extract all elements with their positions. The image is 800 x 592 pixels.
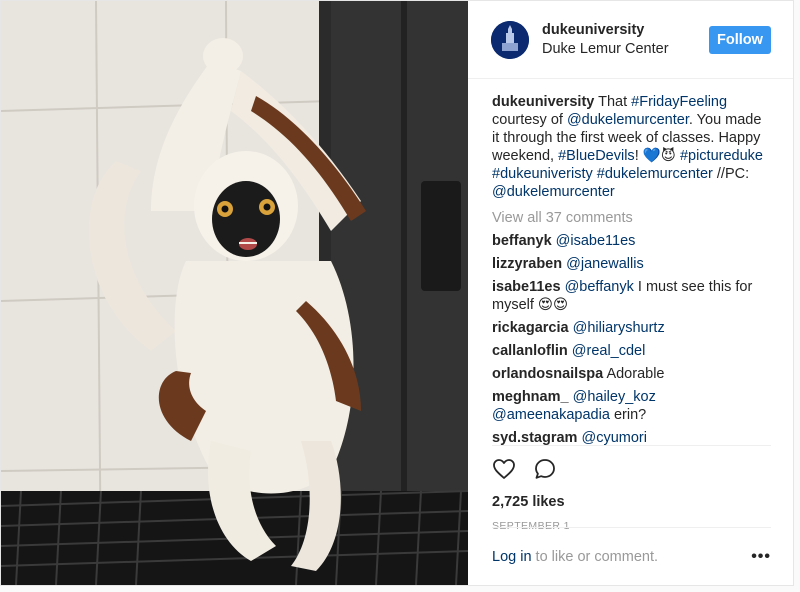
caption-text: //PC:: [712, 166, 750, 182]
comment-text: erin?: [609, 407, 647, 423]
caption-text: courtesy of: [492, 112, 567, 128]
header-location[interactable]: Duke Lemur Center: [542, 40, 709, 59]
comment-item: isabe11es @beffanyk I must see this for …: [492, 278, 771, 314]
comment-username[interactable]: orlandosnailspa: [492, 366, 603, 382]
caption-username[interactable]: dukeuniversity: [492, 94, 594, 110]
post-actions: 2,725 likes SEPTEMBER 1: [492, 445, 771, 532]
comment-item: callanloflin @real_cdel: [492, 342, 771, 360]
mention-link[interactable]: @beffanyk: [565, 279, 634, 295]
login-bar: Log in to like or comment. •••: [492, 527, 771, 585]
mention-link[interactable]: @real_cdel: [572, 343, 646, 359]
comment-item: rickagarcia @hiliaryshurtz: [492, 319, 771, 337]
comment-username[interactable]: meghnam_: [492, 389, 569, 405]
comment-username[interactable]: callanloflin: [492, 343, 568, 359]
mention-link[interactable]: @janewallis: [566, 256, 644, 272]
mention-link[interactable]: @hiliaryshurtz: [573, 320, 665, 336]
post-photo[interactable]: [1, 1, 468, 585]
header-text: dukeuniversity Duke Lemur Center: [542, 21, 709, 59]
comment-username[interactable]: lizzyraben: [492, 256, 562, 272]
heart-icon[interactable]: [492, 457, 516, 481]
login-prompt: Log in to like or comment.: [492, 549, 658, 565]
view-all-comments-link[interactable]: View all 37 comments: [492, 209, 771, 227]
hashtag-link[interactable]: #dukelemurcenter: [597, 166, 713, 182]
comment-item: meghnam_ @hailey_koz @ameenakapadia erin…: [492, 388, 771, 424]
comment-username[interactable]: rickagarcia: [492, 320, 569, 336]
comment-username[interactable]: isabe11es: [492, 279, 561, 295]
hashtag-link[interactable]: #pictureduke: [680, 148, 763, 164]
instagram-post: dukeuniversity Duke Lemur Center Follow …: [0, 0, 794, 586]
avatar[interactable]: [491, 20, 529, 59]
comment-item: orlandosnailspa Adorable: [492, 365, 771, 383]
post-header: dukeuniversity Duke Lemur Center Follow: [468, 1, 793, 79]
comment-item: lizzyraben @janewallis: [492, 255, 771, 273]
mention-link[interactable]: @isabe11es: [556, 233, 636, 249]
comments-list[interactable]: dukeuniversity That #FridayFeeling court…: [468, 79, 793, 445]
action-icons: [492, 457, 771, 482]
likes-count[interactable]: 2,725 likes: [492, 494, 771, 510]
login-text: to like or comment.: [531, 548, 659, 565]
hashtag-link[interactable]: #FridayFeeling: [631, 94, 727, 110]
comment-text: Adorable: [606, 366, 665, 382]
mention-link[interactable]: @dukelemurcenter: [492, 184, 615, 200]
post-sidebar: dukeuniversity Duke Lemur Center Follow …: [468, 1, 793, 585]
comment-username[interactable]: beffanyk: [492, 233, 552, 249]
header-username[interactable]: dukeuniversity: [542, 21, 709, 40]
duke-chapel-icon: [491, 20, 529, 59]
speech-bubble-icon[interactable]: [533, 457, 557, 481]
hashtag-link[interactable]: #dukeuniveristy: [492, 166, 593, 182]
mention-link[interactable]: @dukelemurcenter: [567, 112, 689, 128]
comment-item: beffanyk @isabe11es: [492, 232, 771, 250]
follow-button[interactable]: Follow: [709, 25, 771, 54]
hashtag-link[interactable]: #BlueDevils: [558, 148, 635, 164]
ellipsis-icon[interactable]: •••: [751, 548, 771, 566]
comment-item: syd.stagram @cyumori: [492, 429, 771, 445]
caption-text: ! 💙😈: [634, 148, 680, 164]
caption-text: That: [594, 94, 632, 110]
mention-link[interactable]: @cyumori: [581, 430, 646, 445]
login-link[interactable]: Log in: [492, 549, 532, 565]
lemur-photo-illustration: [1, 1, 468, 585]
caption: dukeuniversity That #FridayFeeling court…: [492, 93, 771, 201]
comment-username[interactable]: syd.stagram: [492, 430, 577, 445]
